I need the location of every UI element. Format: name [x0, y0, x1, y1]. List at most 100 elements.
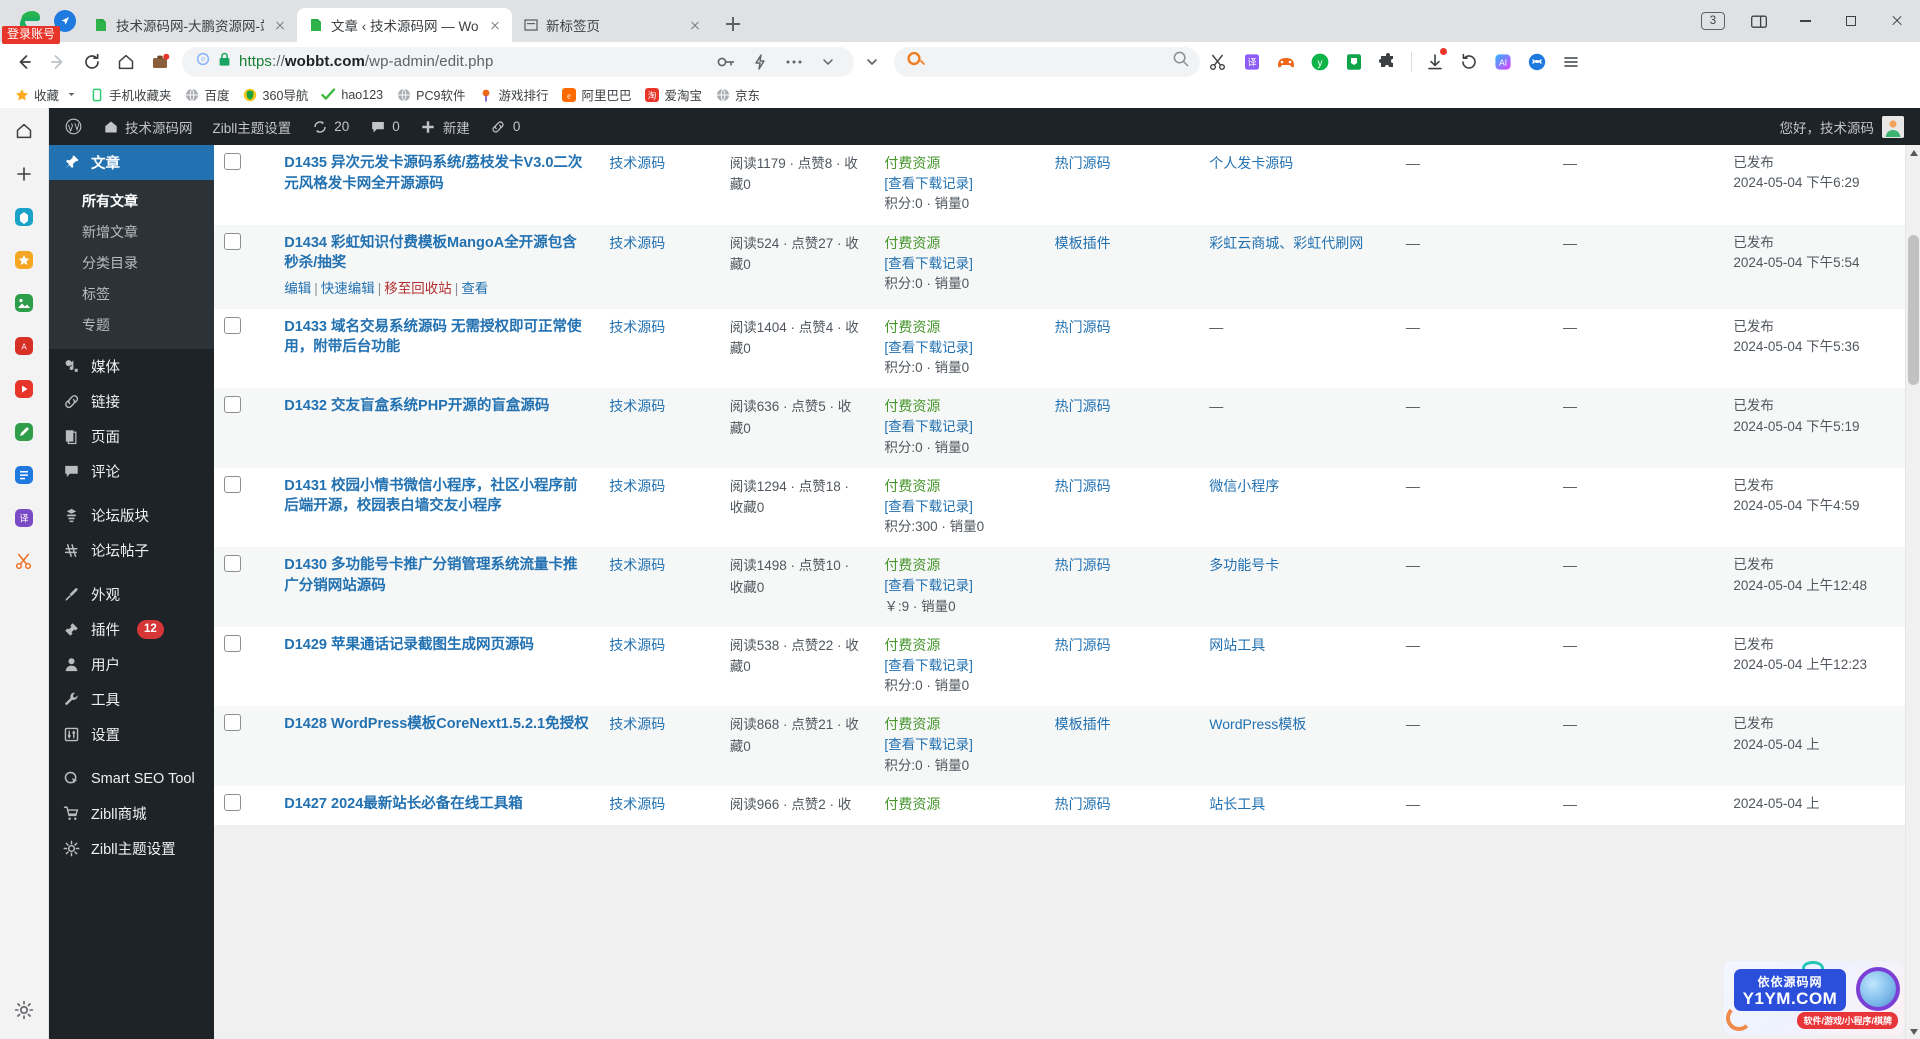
new-tab-button[interactable]	[718, 9, 748, 39]
view-link[interactable]: 查看	[461, 281, 488, 296]
site-name-button[interactable]: 技术源码网	[92, 108, 203, 145]
bookmark-item-alibaba[interactable]: e 阿里巴巴	[555, 83, 637, 106]
browser-tab-3[interactable]: 新标签页	[512, 8, 712, 42]
bookmark-item-mobile[interactable]: 手机收藏夹	[83, 83, 178, 106]
reader-mode-icon[interactable]	[196, 52, 210, 71]
table-row[interactable]: D1428 WordPress模板CoreNext1.5.2.1免授权技术源码阅…	[214, 706, 1920, 786]
game-icon[interactable]	[1270, 46, 1302, 78]
sidebar-item-zibll-theme-settings[interactable]: Zibll主题设置	[49, 831, 214, 866]
tab-count-badge[interactable]: 3	[1690, 0, 1736, 42]
search-engine-icon[interactable]	[906, 50, 928, 73]
history-icon[interactable]	[1453, 46, 1485, 78]
tag-link[interactable]: 站长工具	[1209, 796, 1265, 812]
table-row[interactable]: D1435 异次元发卡源码系统/荔枝发卡V3.0二次元风格发卡网全开源源码技术源…	[214, 145, 1920, 225]
post-title-link[interactable]: D1430 多功能号卡推广分销管理系统流量卡推广分销网站源码	[284, 555, 589, 596]
tag-link[interactable]: 彩虹云商城、彩虹代刷网	[1209, 235, 1363, 251]
omnibox-dropdown-icon[interactable]	[856, 46, 888, 78]
category-link[interactable]: 热门源码	[1055, 319, 1111, 335]
menu-icon[interactable]	[1555, 46, 1587, 78]
download-records-link[interactable]: [查看下载记录]	[884, 338, 1034, 358]
scroll-up-arrow[interactable]	[1906, 145, 1920, 160]
lightning-icon[interactable]	[744, 46, 776, 78]
y-icon[interactable]: y	[1304, 46, 1336, 78]
tag-link[interactable]: WordPress模板	[1209, 716, 1306, 732]
lock-icon[interactable]	[218, 52, 231, 72]
row-checkbox[interactable]	[224, 317, 241, 334]
scissors-icon[interactable]	[1202, 46, 1234, 78]
author-link[interactable]: 技术源码	[609, 398, 665, 414]
row-checkbox[interactable]	[224, 635, 241, 652]
sidebar-item-posts[interactable]: 文章	[49, 145, 214, 180]
back-icon[interactable]	[8, 46, 40, 78]
post-title-link[interactable]: D1435 异次元发卡源码系统/荔枝发卡V3.0二次元风格发卡网全开源源码	[284, 153, 589, 194]
browser-tab-1[interactable]: 技术源码网-大鹏资源网-站长源	[82, 8, 297, 42]
green-badge-icon[interactable]	[1338, 46, 1370, 78]
star-icon[interactable]	[9, 245, 39, 275]
tag-link[interactable]: —	[1209, 319, 1223, 335]
scrollbar-thumb[interactable]	[1908, 235, 1919, 385]
table-row[interactable]: D1431 校园小情书微信小程序，社区小程序前后端开源，校园表白墙交友小程序技术…	[214, 468, 1920, 548]
author-link[interactable]: 技术源码	[609, 235, 665, 251]
chevron-down-icon[interactable]	[812, 46, 844, 78]
row-checkbox[interactable]	[224, 233, 241, 250]
close-icon[interactable]	[271, 16, 289, 34]
vertical-scrollbar[interactable]	[1905, 145, 1920, 1039]
download-records-link[interactable]: [查看下载记录]	[884, 497, 1034, 517]
submenu-item-add-post[interactable]: 新增文章	[49, 217, 214, 248]
bookmark-item-360[interactable]: 360导航	[237, 83, 315, 106]
sidebar-item-forum-posts[interactable]: 论坛帖子	[49, 533, 214, 568]
sidebar-item-pages[interactable]: 页面	[49, 419, 214, 454]
close-window-button[interactable]	[1874, 0, 1920, 42]
category-link[interactable]: 热门源码	[1055, 398, 1111, 414]
sidebar-item-appearance[interactable]: 外观	[49, 577, 214, 612]
category-link[interactable]: 模板插件	[1055, 716, 1111, 732]
sidebar-item-settings[interactable]: 设置	[49, 717, 214, 752]
sidebar-item-zibll-shop[interactable]: Zibll商城	[49, 796, 214, 831]
category-link[interactable]: 热门源码	[1055, 637, 1111, 653]
video-icon[interactable]	[9, 374, 39, 404]
submenu-item-tags[interactable]: 标签	[49, 279, 214, 310]
search-input[interactable]	[928, 54, 1172, 70]
close-icon[interactable]	[486, 16, 504, 34]
bookmark-item-pc9[interactable]: PC9软件	[390, 83, 471, 106]
forward-icon[interactable]	[42, 46, 74, 78]
row-checkbox[interactable]	[224, 714, 241, 731]
minimize-button[interactable]	[1782, 0, 1828, 42]
post-title-link[interactable]: D1434 彩虹知识付费模板MangoA全开源包含秒杀/抽奖	[284, 233, 589, 274]
bookmark-item-games[interactable]: 游戏排行	[472, 83, 554, 106]
browser-tab-2[interactable]: 文章 ‹ 技术源码网 — WordPr	[297, 8, 512, 42]
wordpress-logo-button[interactable]	[55, 108, 92, 145]
split-screen-icon[interactable]	[1736, 0, 1782, 42]
sidebar-item-comments[interactable]: 评论	[49, 454, 214, 489]
sidebar-item-tools[interactable]: 工具	[49, 682, 214, 717]
gear-icon[interactable]	[9, 995, 39, 1025]
reload-icon[interactable]	[76, 46, 108, 78]
translate-icon[interactable]: 译	[1236, 46, 1268, 78]
sidebar-item-links[interactable]: 链接	[49, 384, 214, 419]
tag-link[interactable]: 个人发卡源码	[1209, 155, 1293, 171]
avatar[interactable]	[1882, 116, 1904, 138]
download-records-link[interactable]: [查看下载记录]	[884, 254, 1034, 274]
post-title-link[interactable]: D1433 域名交易系统源码 无需授权即可正常使用，附带后台功能	[284, 317, 589, 358]
tag-link[interactable]: 网站工具	[1209, 637, 1265, 653]
category-link[interactable]: 热门源码	[1055, 478, 1111, 494]
author-link[interactable]: 技术源码	[609, 557, 665, 573]
download-records-link[interactable]: [查看下载记录]	[884, 656, 1034, 676]
login-account-badge[interactable]: 登录账号	[2, 26, 60, 44]
sidebar-item-media[interactable]: 媒体	[49, 349, 214, 384]
author-link[interactable]: 技术源码	[609, 716, 665, 732]
more-options-icon[interactable]	[778, 46, 810, 78]
table-row[interactable]: D1434 彩虹知识付费模板MangoA全开源包含秒杀/抽奖编辑|快速编辑|移至…	[214, 225, 1920, 309]
download-records-link[interactable]: [查看下载记录]	[884, 735, 1034, 755]
search-icon[interactable]	[1172, 50, 1190, 73]
bookmark-item-baidu[interactable]: 百度	[179, 83, 236, 106]
bookmark-item-taobao[interactable]: 淘 爱淘宝	[638, 83, 708, 106]
sidebar-item-plugins[interactable]: 插件 12	[49, 612, 214, 647]
ai-icon[interactable]: AI	[1487, 46, 1519, 78]
row-checkbox[interactable]	[224, 476, 241, 493]
home-icon[interactable]	[110, 46, 142, 78]
row-checkbox[interactable]	[224, 794, 241, 811]
download-records-link[interactable]: [查看下载记录]	[884, 174, 1034, 194]
maximize-button[interactable]	[1828, 0, 1874, 42]
author-link[interactable]: 技术源码	[609, 796, 665, 812]
